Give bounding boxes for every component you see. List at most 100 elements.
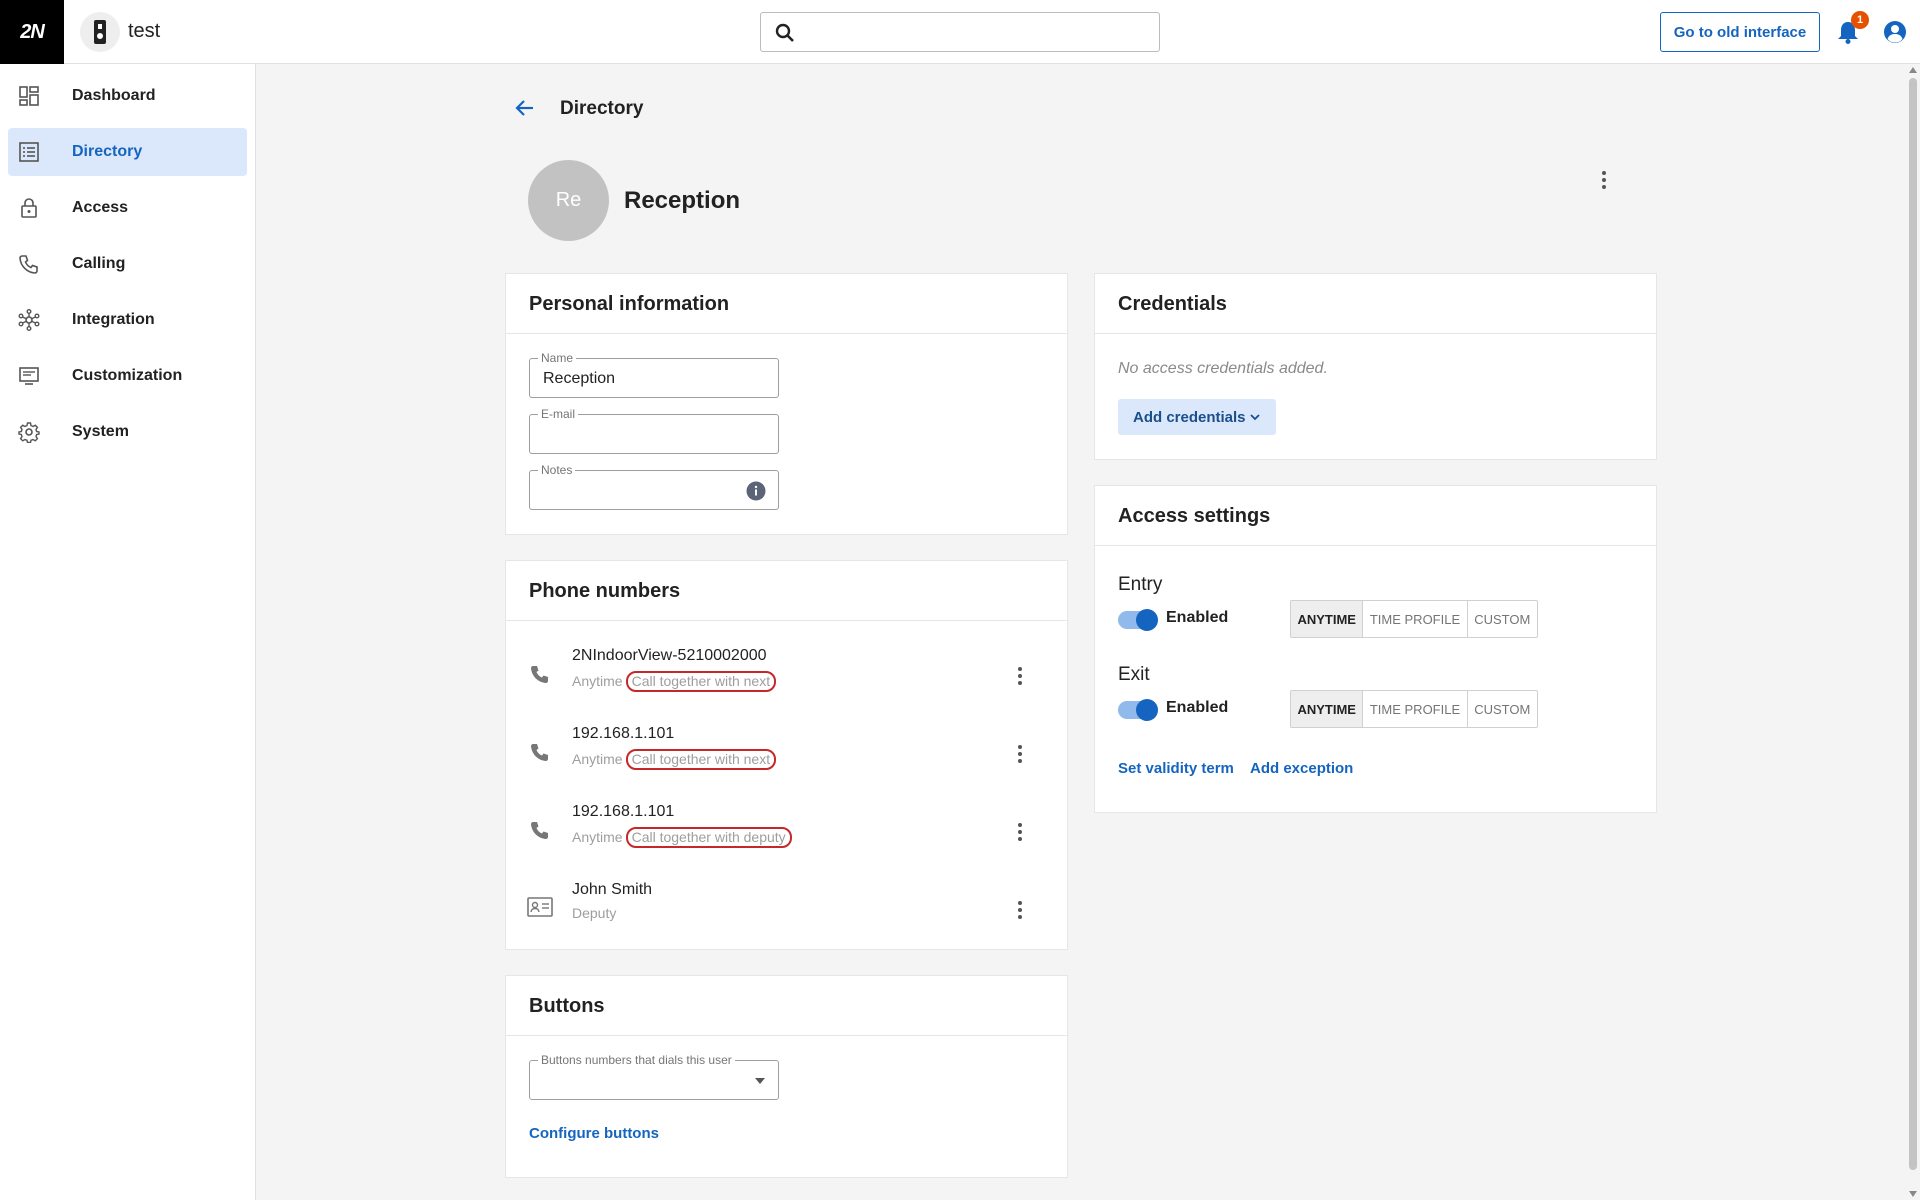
list-item[interactable]: 192.168.1.101 Anytime Call together with … — [506, 793, 1068, 871]
sidebar-item-system[interactable]: System — [8, 408, 247, 456]
row-more-options-icon[interactable] — [1012, 743, 1028, 765]
personal-information-card: Personal information Name Reception E-ma… — [505, 273, 1068, 535]
search-input[interactable] — [760, 12, 1160, 52]
time-profile-text: Anytime — [572, 751, 623, 767]
card-title: Personal information — [529, 293, 730, 315]
scroll-thumb[interactable] — [1909, 78, 1917, 1170]
user-account-icon[interactable] — [1883, 20, 1907, 44]
sidebar-item-label: Integration — [72, 311, 155, 328]
more-options-icon[interactable] — [1594, 169, 1614, 191]
phone-number-title: John Smith — [572, 881, 653, 898]
call-mode-tag: Call together with next — [625, 749, 777, 770]
divider — [506, 333, 1067, 334]
phone-icon — [19, 255, 38, 274]
exit-label: Exit — [1118, 664, 1150, 685]
directory-icon — [19, 142, 39, 162]
sidebar-item-integration[interactable]: Integration — [8, 296, 247, 344]
scrollbar[interactable] — [1906, 64, 1920, 1200]
entry-option-anytime[interactable]: ANYTIME — [1291, 601, 1364, 637]
info-icon[interactable] — [746, 481, 766, 501]
integration-icon — [18, 309, 40, 331]
exit-mode-selector: ANYTIME TIME PROFILE CUSTOM — [1290, 690, 1538, 728]
entry-mode-selector: ANYTIME TIME PROFILE CUSTOM — [1290, 600, 1538, 638]
list-item[interactable]: John Smith Deputy — [506, 871, 1068, 949]
entry-label: Entry — [1118, 574, 1163, 595]
toggle-knob — [1136, 609, 1158, 631]
credentials-card: Credentials No access credentials added.… — [1094, 273, 1657, 460]
notification-badge: 1 — [1851, 11, 1869, 29]
list-item[interactable]: 2NIndoorView-5210002000 Anytime Call toge… — [506, 637, 1068, 715]
scroll-down-arrow[interactable] — [1909, 1191, 1917, 1197]
notes-field[interactable]: Notes — [529, 463, 779, 510]
add-exception-link[interactable]: Add exception — [1250, 760, 1353, 777]
exit-toggle[interactable] — [1118, 699, 1158, 721]
phone-number-title: 192.168.1.101 — [572, 725, 675, 742]
entry-option-time-profile[interactable]: TIME PROFILE — [1363, 601, 1468, 637]
phone-number-title: 192.168.1.101 — [572, 803, 675, 820]
email-field[interactable]: E-mail — [529, 407, 779, 454]
dashboard-icon — [19, 86, 39, 106]
phone-number-subtitle: Anytime Call together with deputy — [572, 827, 792, 848]
toggle-knob — [1136, 699, 1158, 721]
sidebar-item-directory[interactable]: Directory — [8, 128, 247, 176]
divider — [506, 620, 1067, 621]
exit-option-custom[interactable]: CUSTOM — [1468, 691, 1537, 727]
add-credentials-button[interactable]: Add credentials — [1118, 399, 1276, 435]
entry-option-custom[interactable]: CUSTOM — [1468, 601, 1537, 637]
row-more-options-icon[interactable] — [1012, 899, 1028, 921]
card-title: Buttons — [529, 995, 605, 1017]
contact-card-icon — [527, 897, 553, 917]
scroll-up-arrow[interactable] — [1909, 67, 1917, 73]
sidebar-item-customization[interactable]: Customization — [8, 352, 247, 400]
field-label: E-mail — [538, 407, 579, 421]
row-more-options-icon[interactable] — [1012, 665, 1028, 687]
exit-option-time-profile[interactable]: TIME PROFILE — [1363, 691, 1468, 727]
sidebar-item-label: Dashboard — [72, 87, 156, 104]
back-arrow-icon[interactable] — [513, 96, 537, 120]
sidebar: Dashboard Directory Access Calling Integ… — [0, 64, 256, 1200]
go-to-old-interface-button[interactable]: Go to old interface — [1660, 12, 1820, 52]
dropdown-arrow-icon — [755, 1078, 765, 1084]
customization-icon — [19, 367, 39, 385]
buttons-numbers-select[interactable]: Buttons numbers that dials this user — [529, 1053, 779, 1100]
device-name: test — [128, 20, 161, 42]
phone-icon — [531, 666, 548, 683]
field-label: Buttons numbers that dials this user — [538, 1053, 735, 1067]
phone-number-subtitle: Deputy — [572, 905, 616, 921]
list-item[interactable]: 192.168.1.101 Anytime Call together with … — [506, 715, 1068, 793]
device-icon — [80, 12, 120, 52]
phone-number-subtitle: Anytime Call together with next — [572, 671, 777, 692]
gear-icon — [18, 422, 40, 443]
2n-logo[interactable]: 2N — [0, 0, 64, 64]
configure-buttons-link[interactable]: Configure buttons — [529, 1125, 659, 1142]
entry-toggle[interactable] — [1118, 609, 1158, 631]
sidebar-item-dashboard[interactable]: Dashboard — [8, 72, 247, 120]
divider — [506, 1035, 1067, 1036]
page-title: Reception — [624, 187, 741, 214]
time-profile-text: Deputy — [572, 905, 617, 921]
call-mode-tag: Call together with deputy — [625, 827, 792, 848]
access-settings-card: Access settings Entry Enabled ANYTIME TI… — [1094, 485, 1657, 813]
entry-status: Enabled — [1166, 609, 1229, 626]
sidebar-item-calling[interactable]: Calling — [8, 240, 247, 288]
card-title: Phone numbers — [529, 580, 681, 602]
phone-icon — [531, 822, 548, 839]
set-validity-term-link[interactable]: Set validity term — [1118, 760, 1234, 777]
sidebar-item-access[interactable]: Access — [8, 184, 247, 232]
phone-number-subtitle: Anytime Call together with next — [572, 749, 777, 770]
avatar: Re — [528, 160, 609, 241]
phone-numbers-card: Phone numbers 2NIndoorView-5210002000 An… — [505, 560, 1068, 950]
row-more-options-icon[interactable] — [1012, 821, 1028, 843]
empty-state-text: No access credentials added. — [1118, 360, 1328, 377]
field-label: Notes — [538, 463, 576, 477]
card-title: Access settings — [1118, 505, 1271, 527]
time-profile-text: Anytime — [572, 673, 623, 689]
chevron-down-icon — [1250, 414, 1260, 421]
card-title: Credentials — [1118, 293, 1227, 315]
exit-status: Enabled — [1166, 699, 1229, 716]
buttons-card: Buttons Buttons numbers that dials this … — [505, 975, 1068, 1178]
phone-icon — [531, 744, 548, 761]
button-label: Add credentials — [1133, 408, 1246, 426]
exit-option-anytime[interactable]: ANYTIME — [1291, 691, 1364, 727]
name-field[interactable]: Name Reception — [529, 351, 779, 398]
